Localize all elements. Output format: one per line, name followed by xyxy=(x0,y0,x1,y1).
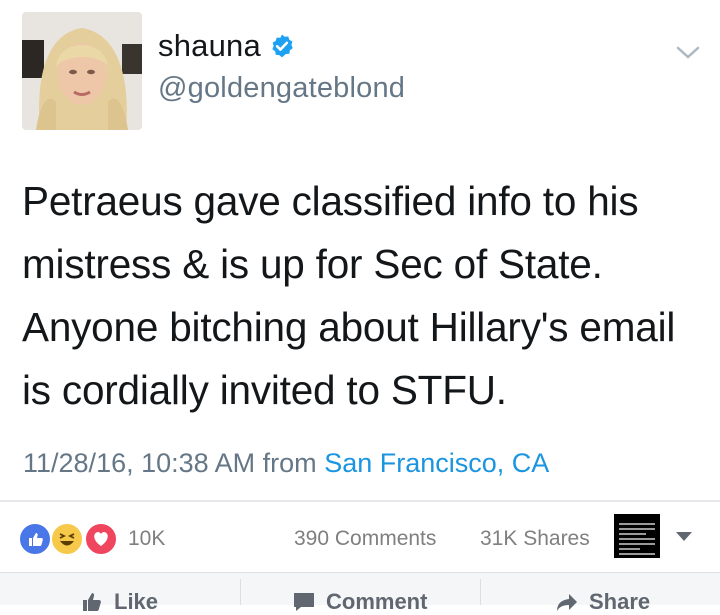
comments-count[interactable]: 390 Comments xyxy=(294,527,436,551)
reaction-count[interactable]: 10K xyxy=(128,527,165,551)
action-separator xyxy=(240,579,241,605)
share-icon xyxy=(557,594,577,611)
shares-count[interactable]: 31K Shares xyxy=(480,527,590,551)
tweet-meta: 11/28/16, 10:38 AM from San Francisco, C… xyxy=(23,448,549,479)
action-separator xyxy=(480,579,481,605)
haha-reaction-icon[interactable] xyxy=(50,522,84,556)
shared-image-thumbnail[interactable] xyxy=(614,514,660,558)
display-name-text: shauna xyxy=(158,28,261,63)
love-reaction-icon[interactable] xyxy=(84,522,118,556)
comment-button[interactable]: Comment xyxy=(292,589,427,615)
display-name[interactable]: shauna xyxy=(158,28,295,64)
tweet-text: Petraeus gave classified info to his mis… xyxy=(22,178,676,413)
share-label: Share xyxy=(589,589,651,614)
like-reaction-icon[interactable] xyxy=(18,522,52,556)
share-button[interactable]: Share xyxy=(555,589,650,615)
verified-badge-icon xyxy=(272,34,293,58)
tweet-card: shauna @goldengateblond Petraeus gave cl… xyxy=(0,0,720,500)
action-bar: Like Comment Share xyxy=(0,572,720,614)
user-handle[interactable]: @goldengateblond xyxy=(158,72,405,105)
options-caret-icon[interactable] xyxy=(676,532,692,541)
avatar[interactable] xyxy=(22,12,142,130)
chevron-down-icon[interactable] xyxy=(675,44,701,62)
thumbs-up-icon xyxy=(83,593,101,611)
like-button[interactable]: Like xyxy=(80,589,158,615)
tweet-timestamp: 11/28/16, 10:38 AM from xyxy=(23,448,325,478)
comment-label: Comment xyxy=(326,589,428,614)
reactions-bar: 10K 390 Comments 31K Shares xyxy=(0,502,720,572)
tweet-location-link[interactable]: San Francisco, CA xyxy=(324,448,549,478)
like-label: Like xyxy=(114,589,159,614)
comment-icon xyxy=(294,593,314,611)
